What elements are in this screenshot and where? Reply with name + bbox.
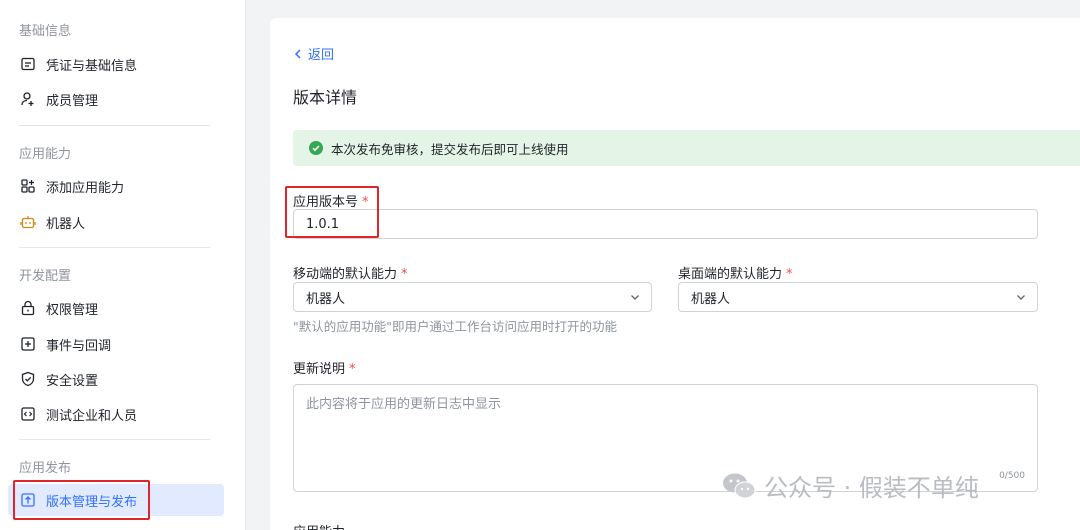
required-mark: * bbox=[401, 267, 408, 282]
back-link[interactable]: 返回 bbox=[294, 44, 334, 63]
section-title-dev-config: 开发配置 bbox=[19, 269, 72, 284]
notice-text: 本次发布免审核，提交发布后即可上线使用 bbox=[331, 141, 569, 157]
sidebar-item-label: 添加应用能力 bbox=[46, 180, 125, 196]
sidebar-item-test-enterprise[interactable]: 测试企业和人员 bbox=[8, 398, 224, 430]
mobile-default-value: 机器人 bbox=[306, 291, 346, 307]
apps-grid-icon bbox=[20, 178, 36, 194]
sidebar-item-security[interactable]: 安全设置 bbox=[8, 363, 224, 395]
sidebar-divider bbox=[19, 439, 210, 440]
sidebar-item-label: 测试企业和人员 bbox=[46, 408, 138, 424]
sidebar-item-label: 权限管理 bbox=[46, 302, 99, 318]
shield-check-icon bbox=[20, 371, 36, 387]
chevron-down-icon bbox=[631, 295, 639, 300]
changelog-label: 更新说明 * bbox=[293, 358, 356, 377]
sidebar-item-label: 凭证与基础信息 bbox=[46, 58, 138, 74]
desktop-default-value: 机器人 bbox=[691, 291, 731, 307]
success-check-icon bbox=[309, 141, 323, 155]
mobile-default-select[interactable]: 机器人 bbox=[293, 282, 652, 312]
notice-banner: 本次发布免审核，提交发布后即可上线使用 bbox=[293, 130, 1080, 166]
sidebar: 基础信息 凭证与基础信息 成员管理 应用能力 添加应用能力 机器人 开发配置 权… bbox=[0, 0, 246, 530]
version-value: 1.0.1 bbox=[306, 216, 340, 232]
sidebar-item-members[interactable]: 成员管理 bbox=[8, 83, 224, 115]
chevron-down-icon bbox=[1017, 295, 1025, 300]
required-mark: * bbox=[362, 195, 369, 210]
version-label-text: 应用版本号 bbox=[293, 195, 359, 210]
sidebar-item-label: 事件与回调 bbox=[46, 338, 112, 354]
sidebar-item-add-capability[interactable]: 添加应用能力 bbox=[8, 170, 224, 202]
changelog-label-text: 更新说明 bbox=[293, 362, 346, 377]
sidebar-divider bbox=[19, 125, 210, 126]
section-title-release: 应用发布 bbox=[19, 461, 72, 476]
required-mark: * bbox=[349, 362, 356, 377]
back-label: 返回 bbox=[308, 48, 335, 63]
section-title-basic: 基础信息 bbox=[19, 24, 72, 39]
chevron-left-icon bbox=[294, 48, 301, 59]
watermark: 公众号 · 假装不单纯 bbox=[722, 468, 979, 503]
desktop-default-label: 桌面端的默认能力 * bbox=[678, 263, 793, 282]
sidebar-item-events[interactable]: 事件与回调 bbox=[8, 328, 224, 360]
capabilities-section-label: 应用能力 bbox=[293, 521, 345, 530]
required-mark: * bbox=[786, 267, 793, 282]
event-plus-icon bbox=[20, 336, 36, 352]
wechat-logo-icon bbox=[723, 473, 756, 498]
lock-icon bbox=[20, 300, 36, 316]
add-user-icon bbox=[20, 91, 36, 107]
code-icon bbox=[20, 406, 36, 422]
default-capability-hint: "默认的应用功能"即用户通过工作台访问应用时打开的功能 bbox=[293, 319, 618, 334]
sidebar-item-label: 成员管理 bbox=[46, 93, 99, 109]
page-title: 版本详情 bbox=[293, 88, 358, 107]
watermark-text: 公众号 · 假装不单纯 bbox=[764, 474, 979, 502]
version-detail-card: 返回 版本详情 本次发布免审核，提交发布后即可上线使用 应用版本号 * 1.0.1… bbox=[270, 18, 1080, 530]
upload-icon bbox=[20, 492, 36, 508]
robot-icon bbox=[20, 214, 36, 230]
sidebar-item-label: 版本管理与发布 bbox=[46, 494, 138, 510]
sidebar-item-permissions[interactable]: 权限管理 bbox=[8, 292, 224, 324]
changelog-placeholder: 此内容将于应用的更新日志中显示 bbox=[306, 397, 502, 412]
desktop-default-select[interactable]: 机器人 bbox=[678, 282, 1038, 312]
sidebar-item-label: 安全设置 bbox=[46, 373, 99, 389]
mobile-default-label-text: 移动端的默认能力 bbox=[293, 267, 398, 282]
sidebar-item-credentials[interactable]: 凭证与基础信息 bbox=[8, 48, 224, 80]
version-input[interactable]: 1.0.1 bbox=[293, 209, 1038, 239]
sidebar-item-bot[interactable]: 机器人 bbox=[8, 206, 224, 238]
sidebar-item-label: 机器人 bbox=[46, 216, 86, 232]
section-title-capabilities: 应用能力 bbox=[19, 147, 72, 162]
mobile-default-label: 移动端的默认能力 * bbox=[293, 263, 408, 282]
credential-card-icon bbox=[20, 56, 36, 72]
version-label: 应用版本号 * bbox=[293, 191, 369, 210]
sidebar-divider bbox=[19, 247, 210, 248]
desktop-default-label-text: 桌面端的默认能力 bbox=[678, 267, 783, 282]
char-counter: 0/500 bbox=[999, 471, 1025, 481]
sidebar-item-version-release[interactable]: 版本管理与发布 bbox=[8, 484, 224, 516]
